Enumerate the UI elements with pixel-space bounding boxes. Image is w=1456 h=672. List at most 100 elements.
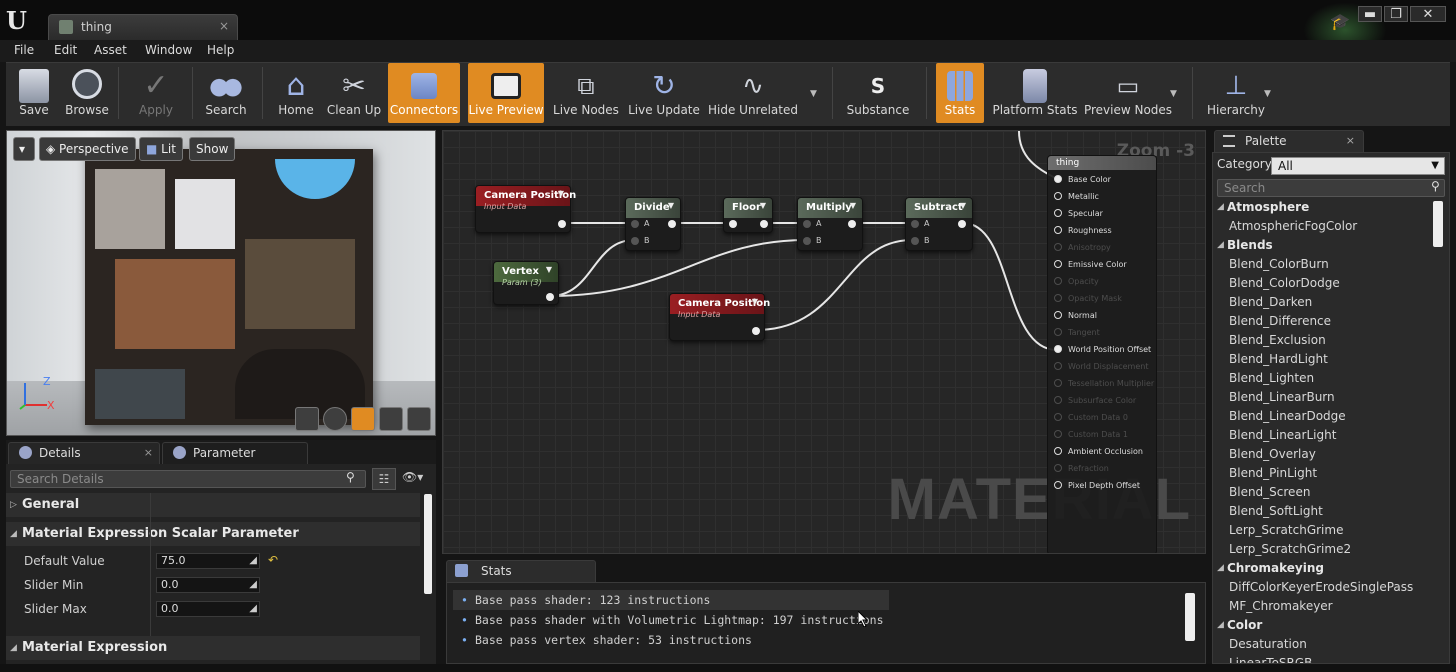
output-pin[interactable] [848, 220, 856, 228]
palette-item[interactable]: Blend_Overlay [1213, 445, 1433, 464]
palette-search-input[interactable]: Search [1217, 179, 1445, 197]
palette-item[interactable]: MF_Chromakeyer [1213, 597, 1433, 616]
input-pin-a[interactable] [803, 220, 811, 228]
palette-item[interactable]: Blend_Difference [1213, 312, 1433, 331]
node-collapse-icon[interactable]: ▼ [752, 297, 758, 306]
result-input[interactable]: Emissive Color [1054, 260, 1127, 269]
input-pin-b[interactable] [803, 237, 811, 245]
input-pin-icon[interactable] [1054, 311, 1062, 319]
plane-preview-icon[interactable] [351, 407, 375, 431]
menu-edit[interactable]: Edit [54, 43, 77, 57]
palette-item[interactable]: Blend_HardLight [1213, 350, 1433, 369]
input-pin-icon[interactable] [1054, 294, 1062, 302]
preview-viewport[interactable]: ▾ ◈ Perspective ■ Lit Show Z X [6, 130, 436, 436]
palette-item[interactable]: AtmosphericFogColor [1213, 217, 1433, 236]
result-input[interactable]: Subsurface Color [1054, 396, 1136, 405]
stats-scrollbar[interactable] [1185, 593, 1195, 641]
slider-max-field[interactable]: 0.0 ◢ [156, 601, 260, 617]
save-button[interactable]: Save [10, 63, 58, 123]
close-window-button[interactable]: ✕ [1410, 6, 1446, 22]
grid-view-icon[interactable]: ☷ [372, 468, 396, 490]
category-general[interactable]: ▷ General [6, 493, 420, 517]
live-update-button[interactable]: ↻ Live Update [626, 63, 702, 123]
palette-item[interactable]: Desaturation [1213, 635, 1433, 654]
input-pin-a[interactable] [911, 220, 919, 228]
output-pin[interactable] [760, 220, 768, 228]
node-vertex-param[interactable]: Vertex ▼ Param (3) [493, 261, 559, 305]
result-input[interactable]: Specular [1054, 209, 1103, 218]
category-material-expression[interactable]: ◢ Material Expression [6, 636, 420, 660]
restore-button[interactable]: ❐ [1384, 6, 1408, 22]
platform-stats-button[interactable]: Platform Stats [990, 63, 1080, 123]
show-button[interactable]: Show [189, 137, 236, 161]
input-pin-icon[interactable] [1054, 413, 1062, 421]
palette-item[interactable]: DiffColorKeyerErodeSinglePass [1213, 578, 1433, 597]
input-pin[interactable] [729, 220, 737, 228]
input-pin-a[interactable] [631, 220, 639, 228]
lit-button[interactable]: ■ Lit [139, 137, 183, 161]
category-select[interactable]: All ▼ [1271, 157, 1445, 175]
input-pin-icon[interactable] [1054, 277, 1062, 285]
result-input[interactable]: Anisotropy [1054, 243, 1111, 252]
palette-item[interactable]: Blend_SoftLight [1213, 502, 1433, 521]
reset-to-default-icon[interactable]: ↶ [268, 553, 278, 567]
tab-details[interactable]: Details × [8, 442, 160, 464]
output-pin[interactable] [558, 220, 566, 228]
close-icon[interactable]: × [144, 443, 153, 463]
palette-item[interactable]: Blend_PinLight [1213, 464, 1433, 483]
input-pin-icon[interactable] [1054, 209, 1062, 217]
input-pin-icon[interactable] [1054, 464, 1062, 472]
palette-item[interactable]: Blend_Screen [1213, 483, 1433, 502]
close-icon[interactable]: × [1346, 131, 1355, 151]
search-button[interactable]: Search [198, 63, 254, 123]
result-input[interactable]: Tessellation Multiplier [1054, 379, 1154, 388]
input-pin-icon[interactable] [1054, 396, 1062, 404]
unreal-logo-icon[interactable]: U [6, 6, 30, 35]
category-scalar-parameter[interactable]: ◢ Material Expression Scalar Parameter [6, 522, 420, 546]
tab-palette[interactable]: Palette × [1214, 130, 1364, 152]
preview-nodes-button[interactable]: ▭ Preview Nodes [1082, 63, 1174, 123]
input-pin-icon[interactable] [1054, 243, 1062, 251]
apply-button[interactable]: ✓ Apply [126, 63, 186, 123]
palette-item[interactable]: Lerp_ScratchGrime [1213, 521, 1433, 540]
hide-unrelated-dropdown-icon[interactable]: ▼ [810, 89, 817, 99]
node-floor[interactable]: Floor ▼ [723, 197, 773, 233]
result-input[interactable]: Tangent [1054, 328, 1100, 337]
sphere-preview-icon[interactable] [323, 407, 347, 431]
node-subtract[interactable]: Subtract ▼ A B [905, 197, 973, 251]
node-collapse-icon[interactable]: ▼ [850, 201, 856, 210]
result-input[interactable]: Refraction [1054, 464, 1109, 473]
substance-button[interactable]: S Substance [840, 63, 916, 123]
graduation-cap-icon[interactable]: 🎓 [1330, 12, 1350, 31]
result-input[interactable]: Custom Data 0 [1054, 413, 1128, 422]
viewport-options-dropdown[interactable]: ▾ [13, 137, 35, 161]
connectors-toggle[interactable]: Connectors [388, 63, 460, 123]
live-nodes-button[interactable]: ⧉ Live Nodes [550, 63, 622, 123]
palette-scrollbar[interactable] [1433, 201, 1443, 247]
cube-preview-icon[interactable] [379, 407, 403, 431]
result-input[interactable]: Metallic [1054, 192, 1099, 201]
palette-category[interactable]: ◢ Chromakeying [1213, 559, 1433, 578]
palette-item[interactable]: Blend_Lighten [1213, 369, 1433, 388]
menu-window[interactable]: Window [145, 43, 192, 57]
clean-up-button[interactable]: ✂ Clean Up [324, 63, 384, 123]
palette-item[interactable]: LinearToSRGB [1213, 654, 1433, 663]
input-pin-icon[interactable] [1054, 447, 1062, 455]
input-pin-icon[interactable] [1054, 192, 1062, 200]
input-pin-icon[interactable] [1054, 345, 1062, 353]
input-pin-b[interactable] [911, 237, 919, 245]
stats-toggle[interactable]: Stats [936, 63, 984, 123]
hierarchy-button[interactable]: ⊥ Hierarchy [1200, 63, 1272, 123]
input-pin-icon[interactable] [1054, 175, 1062, 183]
node-camera-position[interactable]: Camera Position ▼ Input Data [475, 185, 576, 233]
input-pin-icon[interactable] [1054, 260, 1062, 268]
details-search-input[interactable]: Search Details [10, 470, 366, 488]
eye-visibility-icon[interactable]: 👁▾ [402, 470, 423, 484]
perspective-button[interactable]: ◈ Perspective [39, 137, 136, 161]
hide-unrelated-button[interactable]: ∿ Hide Unrelated [706, 63, 800, 123]
menu-file[interactable]: File [14, 43, 34, 57]
input-pin-b[interactable] [631, 237, 639, 245]
node-collapse-icon[interactable]: ▼ [960, 201, 966, 210]
node-collapse-icon[interactable]: ▼ [546, 265, 552, 274]
result-input[interactable]: World Position Offset [1054, 345, 1151, 354]
